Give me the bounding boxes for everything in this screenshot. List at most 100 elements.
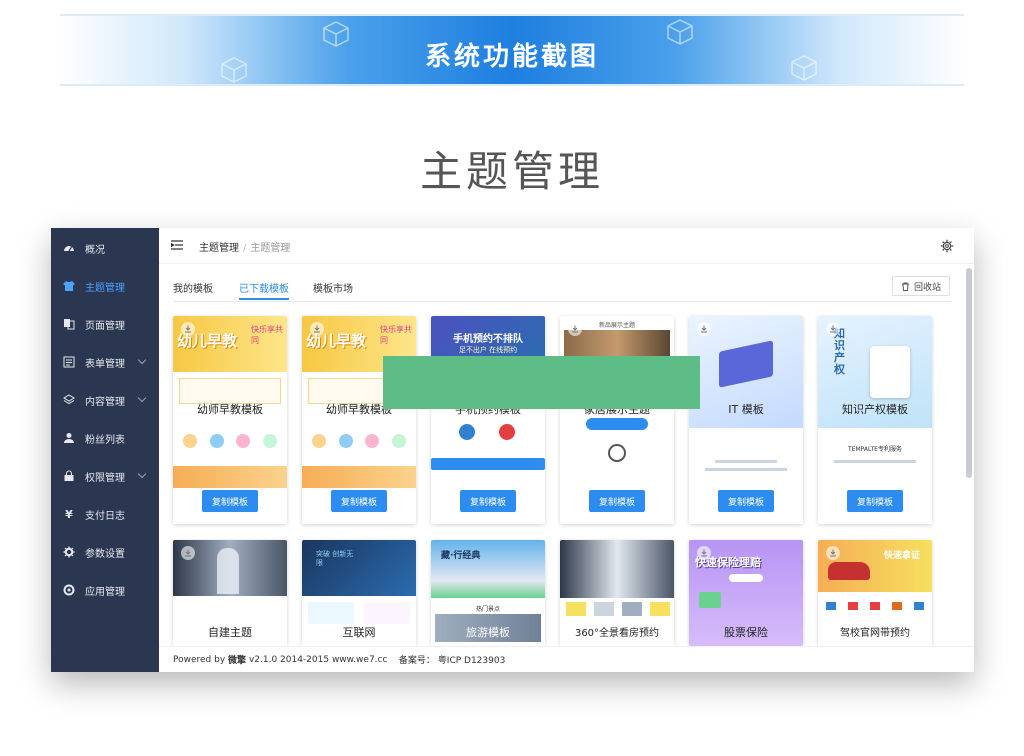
sidebar-item-label: 粉丝列表 xyxy=(85,434,125,446)
template-name: 360°全景看房预约 xyxy=(574,628,660,639)
sidebar-item-label: 应用管理 xyxy=(85,586,125,598)
template-name: 驾校官网带预约 xyxy=(840,628,910,639)
copy-template-button[interactable]: 复制模板 xyxy=(847,490,903,512)
sidebar-item-fans[interactable]: 粉丝列表 xyxy=(51,420,159,456)
app-window: 概况 主题管理 页面管理 表单管理 内容管理 粉丝列表 权限管理 ¥ 支付日志 … xyxy=(51,228,974,672)
template-card[interactable]: 幼儿早教 快乐享共同 幼师早教模板 复制模板 xyxy=(173,316,287,524)
tab-my-templates[interactable]: 我的模板 xyxy=(173,280,213,295)
card-art-title: 藏·行经典 xyxy=(441,551,481,561)
tabs-divider xyxy=(173,301,951,302)
copy-template-button[interactable]: 复制模板 xyxy=(202,490,258,512)
template-card[interactable]: 藏·行经典 热门景点 旅游模板 xyxy=(431,540,545,646)
footer-icp-value: 粤ICP D123903 xyxy=(437,656,506,666)
redaction-overlay xyxy=(383,356,700,409)
layers-icon xyxy=(63,394,75,406)
yen-icon: ¥ xyxy=(65,507,73,521)
footer-brand: 微擎 xyxy=(228,656,247,666)
breadcrumb-separator: / xyxy=(243,243,247,254)
template-card[interactable]: 知识产权 TEMPALTE专利服务 知识产权模板 复制模板 xyxy=(818,316,932,524)
download-icon xyxy=(697,546,711,560)
download-icon xyxy=(697,322,711,336)
breadcrumb-current: 主题管理 xyxy=(250,243,291,254)
chevron-down-icon xyxy=(137,469,147,479)
card-art-title: 手机预约不排队 xyxy=(453,334,523,345)
sidebar-item-pages[interactable]: 页面管理 xyxy=(51,306,159,342)
card-art-subtitle: TEMPALTE专利服务 xyxy=(848,446,902,453)
sidebar-item-theme[interactable]: 主题管理 xyxy=(51,268,159,304)
card-art-title: 突破 创新无限 xyxy=(316,550,354,567)
template-card[interactable]: 自建主题 xyxy=(173,540,287,646)
copy-template-button[interactable]: 复制模板 xyxy=(460,490,516,512)
shirt-icon xyxy=(63,280,75,292)
user-icon xyxy=(63,432,75,444)
tab-downloaded-templates[interactable]: 已下载模板 xyxy=(239,280,289,295)
chevron-down-icon xyxy=(137,393,147,403)
footer-version[interactable]: v2.1.0 2014-2015 www.we7.cc xyxy=(249,655,388,665)
template-card[interactable]: 快速保险理赔 股票保险 xyxy=(689,540,803,646)
card-art-subtitle: 热门景点 xyxy=(475,606,500,613)
recycle-bin-button[interactable]: 回收站 xyxy=(892,276,950,296)
sidebar-item-label: 主题管理 xyxy=(85,282,125,294)
template-name: 自建主题 xyxy=(208,626,252,639)
template-card[interactable]: 幼儿早教 快乐享共同 幼师早教模板 复制模板 xyxy=(302,316,416,524)
copy-template-button[interactable]: 复制模板 xyxy=(331,490,387,512)
template-name: 股票保险 xyxy=(724,626,768,639)
breadcrumb: 主题管理 / 主题管理 xyxy=(199,239,290,254)
sidebar-item-label: 权限管理 xyxy=(85,472,125,484)
form-icon xyxy=(63,356,75,368)
template-name: IT 模板 xyxy=(728,403,764,416)
settings-gear-icon[interactable] xyxy=(940,239,954,253)
sidebar-item-label: 表单管理 xyxy=(85,358,125,370)
sidebar-item-forms[interactable]: 表单管理 xyxy=(51,344,159,380)
active-tab-indicator xyxy=(239,298,289,300)
chevron-down-icon xyxy=(137,355,147,365)
card-art-title: 快速拿证 xyxy=(884,551,921,561)
download-icon xyxy=(826,546,840,560)
app-icon xyxy=(63,584,75,596)
sidebar-item-label: 概况 xyxy=(85,244,105,256)
trash-icon xyxy=(901,282,909,291)
template-card[interactable]: 新品展示主题 家居展示主题 复制模板 xyxy=(560,316,674,524)
lock-icon xyxy=(63,470,75,482)
card-art-subtitle: 足不出户 在线预约 xyxy=(458,346,518,354)
sidebar-item-apps[interactable]: 应用管理 xyxy=(51,572,159,608)
template-card[interactable]: 360°全景看房预约 xyxy=(560,540,674,646)
footer-icp-label: 备案号： xyxy=(398,656,435,666)
sidebar-item-permissions[interactable]: 权限管理 xyxy=(51,458,159,494)
copy-template-button[interactable]: 复制模板 xyxy=(589,490,645,512)
sidebar-item-overview[interactable]: 概况 xyxy=(51,230,159,266)
sidebar-item-label: 参数设置 xyxy=(85,548,125,560)
template-card[interactable]: 快速拿证 驾校官网带预约 xyxy=(818,540,932,646)
card-art-subtitle: 快乐享共同 xyxy=(251,325,283,345)
template-card[interactable]: 突破 创新无限 互联网 xyxy=(302,540,416,646)
sidebar-item-label: 页面管理 xyxy=(85,320,125,332)
footer-powered-prefix: Powered by xyxy=(173,654,226,665)
sidebar-item-settings[interactable]: 参数设置 xyxy=(51,534,159,570)
breadcrumb-root[interactable]: 主题管理 xyxy=(199,243,239,254)
template-card[interactable]: 手机预约不排队 足不出户 在线预约 手机预约模板 复制模板 xyxy=(431,316,545,524)
menu-toggle-icon[interactable] xyxy=(171,240,183,250)
top-banner: 系统功能截图 xyxy=(60,14,964,86)
vertical-scrollbar[interactable] xyxy=(966,268,972,478)
copy-template-button[interactable]: 复制模板 xyxy=(718,490,774,512)
sidebar-item-payment-log[interactable]: ¥ 支付日志 xyxy=(51,496,159,532)
tab-template-market[interactable]: 模板市场 xyxy=(313,280,353,295)
download-icon xyxy=(826,322,840,336)
sidebar-item-label: 支付日志 xyxy=(85,510,125,522)
download-icon xyxy=(310,322,324,336)
sidebar: 概况 主题管理 页面管理 表单管理 内容管理 粉丝列表 权限管理 ¥ 支付日志 … xyxy=(51,228,159,672)
template-card[interactable]: IT 模板 复制模板 xyxy=(689,316,803,524)
template-name: 知识产权模板 xyxy=(842,403,908,416)
card-art-title: 知识产权 xyxy=(834,327,845,376)
sidebar-item-content[interactable]: 内容管理 xyxy=(51,382,159,418)
banner-title: 系统功能截图 xyxy=(424,42,599,72)
gear-icon xyxy=(63,546,75,558)
template-name: 幼师早教模板 xyxy=(197,403,263,416)
card-art-subtitle: 快乐享共同 xyxy=(380,325,412,345)
pages-icon xyxy=(63,318,75,330)
sidebar-item-label: 内容管理 xyxy=(85,396,125,408)
template-name: 旅游模板 xyxy=(466,626,510,639)
download-icon xyxy=(181,322,195,336)
dashboard-icon xyxy=(63,242,75,254)
recycle-bin-label: 回收站 xyxy=(913,282,941,293)
